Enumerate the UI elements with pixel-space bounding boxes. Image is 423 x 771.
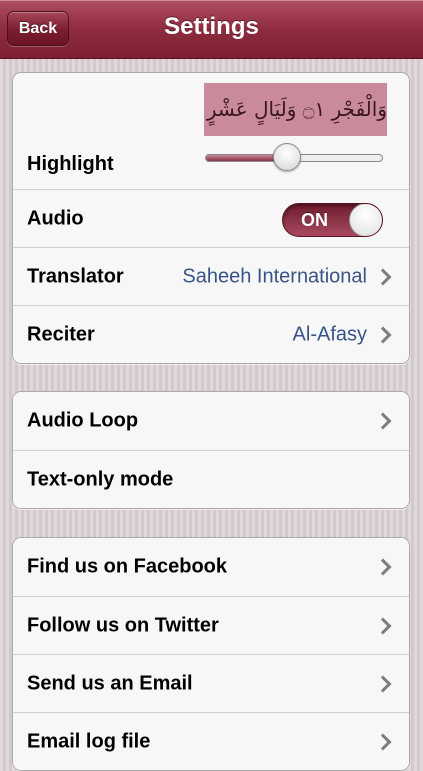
email-row[interactable]: Send us an Email	[13, 654, 409, 712]
page-title: Settings	[164, 13, 259, 40]
chevron-right-icon	[374, 558, 392, 576]
audio-loop-label: Audio Loop	[27, 409, 139, 432]
settings-group-social: Find us on Facebook Follow us on Twitter…	[12, 537, 410, 771]
audio-toggle[interactable]: ON	[282, 203, 383, 237]
email-label: Send us an Email	[27, 672, 193, 694]
twitter-row[interactable]: Follow us on Twitter	[13, 596, 409, 654]
reciter-label: Reciter	[27, 323, 95, 345]
translator-value: Saheeh International	[182, 265, 367, 287]
text-only-mode-label: Text-only mode	[27, 468, 174, 490]
text-only-mode-row[interactable]: Text-only mode	[13, 450, 409, 508]
settings-group-modes: Audio Loop Text-only mode	[12, 391, 410, 509]
translator-label: Translator	[27, 265, 124, 287]
chevron-right-icon	[374, 675, 392, 692]
chevron-right-icon	[374, 617, 392, 634]
highlight-slider-thumb[interactable]	[272, 143, 301, 171]
reciter-value: Al-Afasy	[292, 323, 367, 345]
twitter-label: Follow us on Twitter	[27, 614, 219, 636]
log-file-row[interactable]: Email log file	[13, 712, 409, 770]
translator-row[interactable]: Translator Saheeh International	[13, 247, 409, 305]
chevron-right-icon	[374, 326, 392, 343]
audio-loop-row[interactable]: Audio Loop	[13, 392, 409, 450]
highlight-preview: وَالْفَجْرِ ۝١ وَلَيَالٍ عَشْرٍ ۝٢	[204, 83, 387, 136]
audio-toggle-label: ON	[301, 210, 328, 230]
audio-label: Audio	[27, 207, 84, 229]
navigation-bar: Back Settings	[0, 0, 423, 59]
reciter-row[interactable]: Reciter Al-Afasy	[13, 305, 409, 363]
settings-group-display: وَالْفَجْرِ ۝١ وَلَيَالٍ عَشْرٍ ۝٢ Highl…	[12, 72, 410, 364]
facebook-label: Find us on Facebook	[27, 555, 228, 578]
chevron-right-icon	[374, 733, 392, 750]
chevron-right-icon	[374, 268, 392, 285]
audio-row: Audio ON	[13, 189, 409, 247]
facebook-row[interactable]: Find us on Facebook	[13, 538, 409, 596]
highlight-label: Highlight	[27, 153, 114, 175]
chevron-right-icon	[374, 412, 392, 430]
highlight-slider[interactable]	[205, 143, 383, 171]
toggle-knob	[349, 204, 382, 236]
highlight-row: وَالْفَجْرِ ۝١ وَلَيَالٍ عَشْرٍ ۝٢ Highl…	[13, 73, 409, 189]
